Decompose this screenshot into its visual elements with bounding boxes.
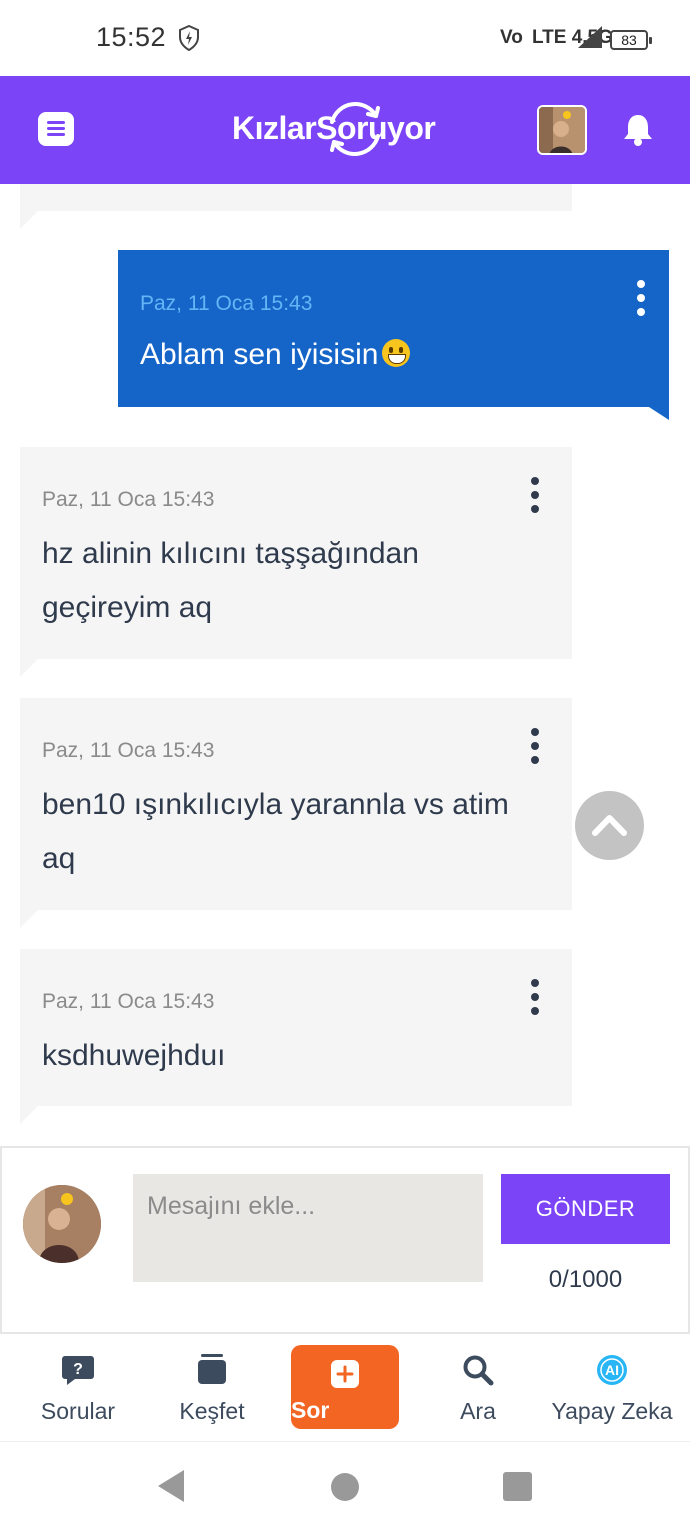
message-bubble-partial xyxy=(20,184,572,229)
more-options-icon[interactable] xyxy=(529,477,541,513)
message-bubble-incoming[interactable]: Paz, 11 Oca 15:43 ksdhuwejhduı xyxy=(20,949,572,1124)
svg-text:AI: AI xyxy=(605,1362,619,1378)
question-bubble-icon: ? xyxy=(62,1356,94,1385)
message-bubble-incoming[interactable]: Paz, 11 Oca 15:43 hz alinin kılıcını taş… xyxy=(20,447,572,677)
message-time: Paz, 11 Oca 15:43 xyxy=(42,990,215,1013)
nav-label: Yapay Zeka xyxy=(551,1398,673,1424)
home-icon[interactable] xyxy=(331,1473,359,1501)
back-icon[interactable] xyxy=(158,1470,184,1502)
message-text: hz alinin kılıcını taşşağından geçireyim… xyxy=(42,537,419,624)
composer-avatar xyxy=(23,1185,101,1263)
nav-label: Keşfet xyxy=(179,1398,245,1424)
message-input[interactable] xyxy=(133,1174,483,1282)
nav-item-yapay-zeka[interactable]: AI Yapay Zeka xyxy=(546,1334,678,1442)
recent-apps-icon[interactable] xyxy=(503,1472,532,1501)
grinning-face-emoji-icon xyxy=(382,339,411,367)
message-time: Paz, 11 Oca 15:43 xyxy=(42,488,215,511)
plus-icon xyxy=(331,1360,359,1388)
message-text: Ablam sen iyisisin xyxy=(140,328,641,382)
menu-icon[interactable] xyxy=(38,112,74,146)
shield-bolt-icon xyxy=(179,25,199,51)
nav-item-sorular[interactable]: ? Sorular xyxy=(18,1334,138,1442)
status-bar: 15:52 Vo LTE 4.5G 83 xyxy=(0,0,690,76)
nav-item-sor[interactable]: Sor xyxy=(291,1345,399,1429)
message-time: Paz, 11 Oca 15:43 xyxy=(140,292,313,315)
message-time: Paz, 11 Oca 15:43 xyxy=(42,739,215,762)
send-button[interactable]: GÖNDER xyxy=(501,1174,670,1244)
nav-label: Sor xyxy=(291,1397,330,1423)
nav-item-ara[interactable]: Ara xyxy=(418,1334,538,1442)
bell-icon[interactable] xyxy=(622,112,654,146)
message-text: ben10 ışınkılıcıyla yarannla vs atim aq xyxy=(42,788,509,875)
search-icon xyxy=(463,1355,494,1386)
brand-logo[interactable]: KızlarSoruyor xyxy=(232,110,436,147)
signal-icon xyxy=(578,26,602,48)
message-bubble-incoming[interactable]: Paz, 11 Oca 15:43 ben10 ışınkılıcıyla ya… xyxy=(20,698,572,928)
user-avatar[interactable] xyxy=(537,105,587,155)
bottom-nav: ? Sorular Keşfet Sor Ara AI Yapay Zeka xyxy=(0,1334,690,1442)
chat-thread[interactable]: Paz, 11 Oca 15:43 Ablam sen iyisisin Paz… xyxy=(0,184,690,1146)
svg-text:?: ? xyxy=(73,1361,83,1378)
character-counter: 0/1000 xyxy=(548,1266,623,1293)
cards-icon xyxy=(198,1354,226,1384)
message-text: ksdhuwejhduı xyxy=(42,1039,226,1072)
battery-indicator: 83 xyxy=(610,30,652,50)
status-time: 15:52 xyxy=(96,22,167,52)
more-options-icon[interactable] xyxy=(529,728,541,764)
nav-label: Sorular xyxy=(40,1398,116,1424)
chevron-up-icon xyxy=(592,815,627,836)
more-options-icon[interactable] xyxy=(635,280,647,316)
system-navigation-bar xyxy=(0,1442,690,1533)
scroll-to-top-button[interactable] xyxy=(575,791,644,860)
message-bubble-outgoing[interactable]: Paz, 11 Oca 15:43 Ablam sen iyisisin xyxy=(118,250,669,420)
ai-icon: AI xyxy=(597,1355,627,1385)
app-header: KızlarSoruyor xyxy=(0,76,690,184)
more-options-icon[interactable] xyxy=(529,979,541,1015)
nav-item-kesfet[interactable]: Keşfet xyxy=(152,1334,272,1442)
message-composer: GÖNDER 0/1000 xyxy=(0,1146,690,1334)
nav-label: Ara xyxy=(460,1398,496,1424)
